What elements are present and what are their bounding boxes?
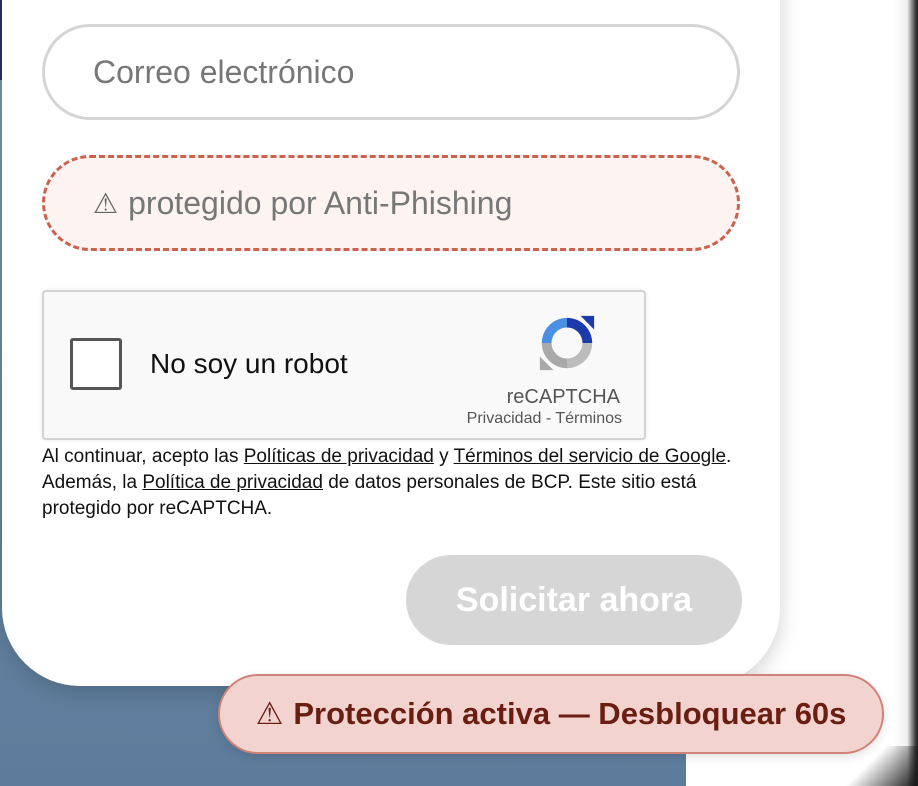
email-placeholder: Correo electrónico bbox=[93, 53, 355, 90]
anti-phishing-field[interactable]: ⚠ protegido por Anti-Phishing bbox=[42, 155, 740, 251]
protection-toast: ⚠ Protección activa — Desbloquear 60s bbox=[218, 674, 884, 754]
legal-text: Al continuar, acepto las Políticas de pr… bbox=[42, 444, 732, 522]
anti-phishing-text: protegido por Anti-Phishing bbox=[128, 184, 513, 221]
warning-icon: ⚠ bbox=[93, 187, 119, 219]
recaptcha-separator: - bbox=[545, 410, 552, 427]
email-field[interactable]: Correo electrónico bbox=[42, 24, 740, 120]
google-terms-link[interactable]: Términos del servicio de Google bbox=[454, 446, 726, 467]
recaptcha-widget: No soy un robot reCAPTCHA Privacidad - T… bbox=[42, 290, 646, 440]
submit-button[interactable]: Solicitar ahora bbox=[406, 555, 742, 645]
legal-text-part: y bbox=[433, 446, 454, 467]
recaptcha-brand: reCAPTCHA bbox=[506, 386, 620, 408]
recaptcha-label: No soy un robot bbox=[150, 348, 348, 379]
warning-icon: ⚠ bbox=[255, 696, 284, 731]
recaptcha-terms-link[interactable]: Términos bbox=[555, 410, 622, 427]
recaptcha-links: Privacidad - Términos bbox=[467, 410, 622, 428]
recaptcha-privacy-link[interactable]: Privacidad bbox=[467, 410, 542, 427]
toast-text: Protección activa — Desbloquear 60s bbox=[293, 696, 847, 731]
recaptcha-checkbox[interactable] bbox=[70, 338, 122, 390]
panel-edge-shadow bbox=[894, 0, 918, 786]
privacy-policies-link[interactable]: Políticas de privacidad bbox=[244, 446, 434, 467]
legal-text-part: Al continuar, acepto las bbox=[42, 446, 244, 467]
recaptcha-logo-icon bbox=[539, 315, 595, 371]
bcp-privacy-link[interactable]: Política de privacidad bbox=[142, 472, 323, 493]
form-card: Correo electrónico ⚠ protegido por Anti-… bbox=[2, 0, 780, 686]
